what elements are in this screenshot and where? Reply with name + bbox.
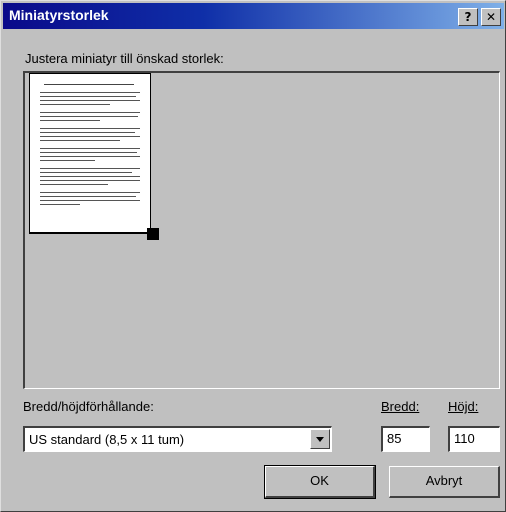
title-bar[interactable]: Miniatyrstorlek ? ✕ [3,3,504,29]
thumbnail-preview-area [23,71,500,389]
instruction-text: Justera miniatyr till önskad storlek: [25,51,224,66]
height-label: Höjd: [448,399,479,414]
cancel-button[interactable]: Avbryt [389,466,500,498]
width-field[interactable]: 85 [381,426,430,452]
dropdown-button[interactable] [310,429,330,449]
resize-handle[interactable] [147,228,159,240]
aspect-ratio-value: US standard (8,5 x 11 tum) [29,432,185,447]
thumbnail-size-dialog: Miniatyrstorlek ? ✕ Justera miniatyr til… [0,0,506,512]
ok-button[interactable]: OK [264,465,376,499]
thumbnail-page [29,73,151,233]
height-field[interactable]: 110 [448,426,500,452]
close-icon: ✕ [485,10,497,24]
aspect-ratio-dropdown[interactable]: US standard (8,5 x 11 tum) [23,426,332,452]
help-icon: ? [464,10,472,24]
window-title: Miniatyrstorlek [9,7,109,23]
close-button[interactable]: ✕ [481,8,501,26]
help-button[interactable]: ? [458,8,478,26]
chevron-down-icon [316,437,324,442]
width-label: Bredd: [381,399,420,414]
aspect-ratio-label: Bredd/höjdförhållande: [23,399,154,414]
